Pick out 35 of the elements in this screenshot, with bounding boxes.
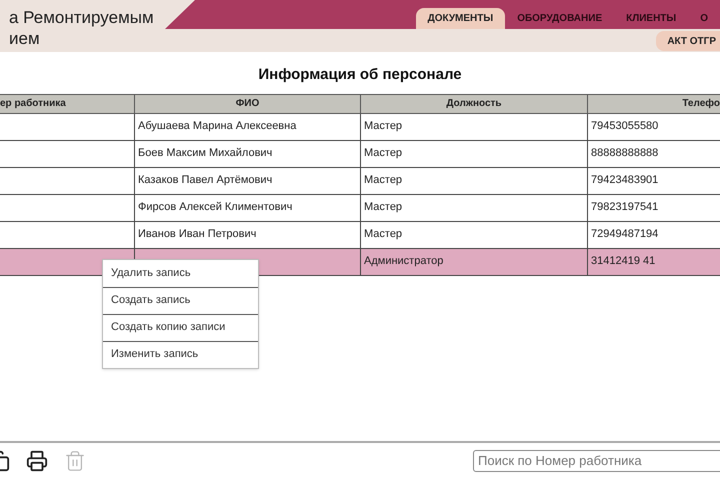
table-row[interactable]: Абушаева Марина Алексеевна Мастер 79453055580: [0, 114, 720, 140]
nav-tab[interactable]: ДОКУМЕНТЫ: [416, 8, 506, 29]
table-cell-text: Мастер: [364, 173, 402, 188]
table-row[interactable]: Казаков Павел Артёмович Мастер 79423483901: [0, 168, 720, 194]
table-cell-text: Мастер: [364, 119, 402, 134]
column-header: Должность: [360, 94, 587, 112]
table-cell-text: 31412419 41: [591, 254, 656, 270]
table-cell-text: Абушаева Марина Алексеевна: [138, 119, 296, 134]
page-title: Информация об персонале: [257, 65, 463, 85]
printer-icon[interactable]: [26, 450, 48, 472]
column-header: ФИО: [134, 94, 360, 112]
search-field[interactable]: Поиск по Номер работника: [473, 450, 720, 472]
table-cell-text: 79453055580: [591, 119, 658, 134]
table-cell-text: Мастер: [364, 200, 402, 216]
table-row[interactable]: Иванов Иван Петрович Мастер 72949487194: [0, 222, 720, 248]
table-cell-text: Администратор: [364, 254, 444, 270]
table-cell-text: Казаков Павел Артёмович: [138, 173, 272, 188]
table-cell-text: 79423483901: [591, 173, 658, 188]
menu-item[interactable]: Создать копию записи: [103, 314, 258, 340]
table-cell-text: Мастер: [364, 146, 402, 162]
menu-item[interactable]: Создать запись: [103, 286, 258, 314]
table-cell-text: Иванов Иван Петрович: [138, 227, 256, 242]
table-cell-text: Фирсов Алексей Климентович: [138, 200, 292, 216]
subtab-button[interactable]: АКТ ОТГР: [656, 31, 720, 51]
menu-item[interactable]: Изменить запись: [103, 340, 258, 368]
table-cell-text: Мастер: [364, 227, 402, 242]
table-row[interactable]: Фирсов Алексей Климентович Мастер 79823197541: [0, 194, 720, 222]
table-cell-text: Боев Максим Михайлович: [138, 146, 272, 162]
column-header: Телефо: [587, 94, 720, 112]
table-cell-text: 79823197541: [591, 200, 658, 216]
table-cell-text: 88888888888: [591, 146, 658, 162]
column-header: ер работника: [0, 97, 67, 111]
table-row[interactable]: Боев Максим Михайлович Мастер 88888888888: [0, 140, 720, 168]
app-title: а Ремонтируемым ием: [8, 7, 154, 50]
table-cell-text: 72949487194: [591, 227, 658, 242]
